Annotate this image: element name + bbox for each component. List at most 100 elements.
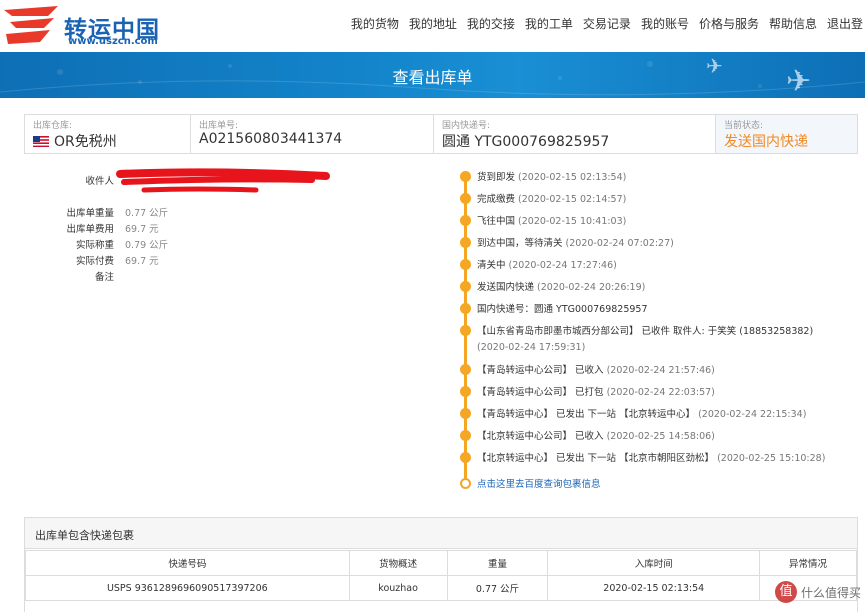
timeline-event: 【青岛转运中心】 已发出 下一站 【北京转运中心】 [477, 409, 696, 420]
timeline-time: (2020-02-24 07:02:27) [565, 238, 674, 249]
timeline-event: 【青岛转运中心公司】 已收入 [477, 365, 604, 376]
timeline-dot [460, 171, 471, 182]
table-header-row: 快递号码 货物概述 重量 入库时间 异常情况 [25, 550, 857, 576]
nav-help[interactable]: 帮助信息 [769, 15, 817, 32]
packages-table: 快递号码 货物概述 重量 入库时间 异常情况 USPS 936128969609… [25, 550, 857, 601]
timeline-time: (2020-02-24 22:03:57) [606, 387, 715, 398]
nav-my-handover[interactable]: 我的交接 [467, 15, 515, 32]
express-number-label: 国内快递号: [442, 121, 491, 131]
express-number-value: 圆通 YTG000769825957 [442, 134, 610, 150]
page-banner: ✈ ✈ 查看出库单 [0, 52, 865, 98]
cell-weight: 0.77 公斤 [446, 575, 549, 601]
order-number-cell: 出库单号: A021560803441374 [191, 115, 434, 153]
timeline-dot [460, 325, 471, 336]
timeline-dot [460, 193, 471, 204]
timeline-dot [460, 386, 471, 397]
timeline-event: 货到即发 [477, 172, 516, 183]
watermark-text: 什么值得买 [800, 585, 861, 600]
status-cell: 当前状态: 发送国内快递 [716, 115, 857, 153]
timeline-time: (2020-02-24 22:15:34) [698, 409, 807, 420]
actual-weight-value: 0.79 公斤 [125, 240, 169, 251]
packages-title-bar: 出库单包含快递包裹 [25, 518, 857, 549]
fee-value: 69.7 元 [125, 224, 159, 235]
warehouse-cell: 出库仓库: OR免税州 [25, 115, 191, 153]
note-label: 备注 [94, 272, 114, 283]
nav-my-tickets[interactable]: 我的工单 [525, 15, 573, 32]
warehouse-value: OR免税州 [33, 131, 117, 151]
timeline-dot [460, 281, 471, 292]
timeline-text: 到达中国，等待清关 (2020-02-24 07:02:27) [477, 236, 674, 252]
timeline-dot [460, 259, 471, 270]
baidu-track-link[interactable]: 点击这里去百度查询包裹信息 [477, 477, 601, 493]
timeline-event: 到达中国，等待清关 [477, 238, 563, 249]
express-number-cell: 国内快递号: 圆通 YTG000769825957 [434, 115, 716, 153]
packages-title: 出库单包含快递包裹 [35, 529, 134, 542]
timeline-dot [460, 237, 471, 248]
timeline-time: (2020-02-24 21:57:46) [606, 365, 715, 376]
paid-label: 实际付费 [75, 256, 114, 267]
timeline-time: (2020-02-24 17:27:46) [508, 260, 617, 271]
nav-transactions[interactable]: 交易记录 [583, 15, 631, 32]
timeline-dot [460, 364, 471, 375]
recipient-label: 收件人 [85, 176, 114, 187]
packages-panel: 出库单包含快递包裹 快递号码 货物概述 重量 入库时间 异常情况 USPS 93… [24, 517, 858, 612]
timeline-time: (2020-02-15 10:41:03) [518, 216, 627, 227]
col-exception: 异常情况 [759, 550, 857, 576]
note-row: 备注 [24, 269, 324, 283]
nav-logout[interactable]: 退出登 [827, 15, 863, 32]
site-logo[interactable]: 转运中国 www.uszcn.com [2, 4, 172, 48]
col-inbound-time: 入库时间 [547, 550, 761, 576]
timeline-text: 清关中 (2020-02-24 17:27:46) [477, 258, 617, 274]
redaction-mark [116, 168, 330, 193]
order-number-label: 出库单号: [199, 121, 239, 131]
timeline-event: 清关中 [477, 260, 506, 271]
watermark: 值 什么值得买 [774, 581, 861, 603]
nav-price-service[interactable]: 价格与服务 [699, 15, 759, 32]
timeline-dot [460, 430, 471, 441]
timeline-time: (2020-02-15 02:13:54) [518, 172, 627, 183]
recipient-row: 收件人 [24, 173, 114, 187]
timeline-text: 发送国内快递 (2020-02-24 20:26:19) [477, 280, 645, 296]
timeline-event: 发送国内快递 [477, 282, 535, 293]
logo-url: www.uszcn.com [68, 36, 158, 47]
logo-icon [4, 6, 58, 44]
timeline-time: (2020-02-24 20:26:19) [537, 282, 646, 293]
table-row: USPS 9361289696090517397206 kouzhao 0.77… [25, 575, 857, 601]
fee-row: 出库单费用 69.7 元 [24, 221, 324, 235]
actual-weight-row: 实际称重 0.79 公斤 [24, 237, 324, 251]
timeline-event: 【北京转运中心】 已发出 下一站 【北京市朝阳区劲松】 [477, 453, 715, 464]
fee-label: 出库单费用 [66, 224, 114, 235]
timeline-event: 【山东省青岛市即墨市城西分部公司】 已收件 取件人: 于笑笑 (18853258… [477, 326, 814, 337]
weight-row: 出库单重量 0.77 公斤 [24, 205, 324, 219]
warehouse-label: 出库仓库: [33, 121, 73, 131]
timeline-time: (2020-02-25 15:10:28) [717, 453, 826, 464]
paid-row: 实际付费 69.7 元 [24, 253, 324, 267]
nav-my-account[interactable]: 我的账号 [641, 15, 689, 32]
timeline-text: 完成缴费 (2020-02-15 02:14:57) [477, 192, 626, 208]
smzdm-logo-icon: 值 [774, 581, 797, 603]
timeline-text: 【山东省青岛市即墨市城西分部公司】 已收件 取件人: 于笑笑 (18853258… [477, 324, 847, 356]
timeline-dot [460, 408, 471, 419]
nav-my-address[interactable]: 我的地址 [409, 15, 457, 32]
timeline-time: (2020-02-25 14:58:06) [606, 431, 715, 442]
nav-my-goods[interactable]: 我的货物 [351, 15, 399, 32]
timeline-text: 飞往中国 (2020-02-15 10:41:03) [477, 214, 626, 230]
order-info-bar: 出库仓库: OR免税州 出库单号: A021560803441374 国内快递号… [24, 114, 858, 154]
timeline-text: 国内快递号：圆通 YTG000769825957 [477, 302, 648, 318]
weight-value: 0.77 公斤 [125, 208, 169, 219]
col-description: 货物概述 [348, 550, 448, 576]
timeline-time: (2020-02-15 02:14:57) [518, 194, 627, 205]
weight-label: 出库单重量 [66, 208, 114, 219]
timeline-text: 【北京转运中心公司】 已收入 (2020-02-25 14:58:06) [477, 429, 715, 445]
col-tracking-no: 快递号码 [25, 550, 350, 576]
timeline-event: 【北京转运中心公司】 已收入 [477, 431, 604, 442]
warehouse-name: OR免税州 [54, 134, 117, 150]
timeline-text: 货到即发 (2020-02-15 02:13:54) [477, 170, 626, 186]
status-label: 当前状态: [724, 121, 764, 131]
order-number-value: A021560803441374 [199, 131, 343, 147]
timeline-text: 【青岛转运中心公司】 已打包 (2020-02-24 22:03:57) [477, 385, 715, 401]
timeline-event: 【青岛转运中心公司】 已打包 [477, 387, 604, 398]
main-nav: 我的货物 我的地址 我的交接 我的工单 交易记录 我的账号 价格与服务 帮助信息… [351, 0, 865, 46]
timeline-dot [460, 478, 471, 489]
timeline-text: 【北京转运中心】 已发出 下一站 【北京市朝阳区劲松】 (2020-02-25 … [477, 451, 825, 467]
